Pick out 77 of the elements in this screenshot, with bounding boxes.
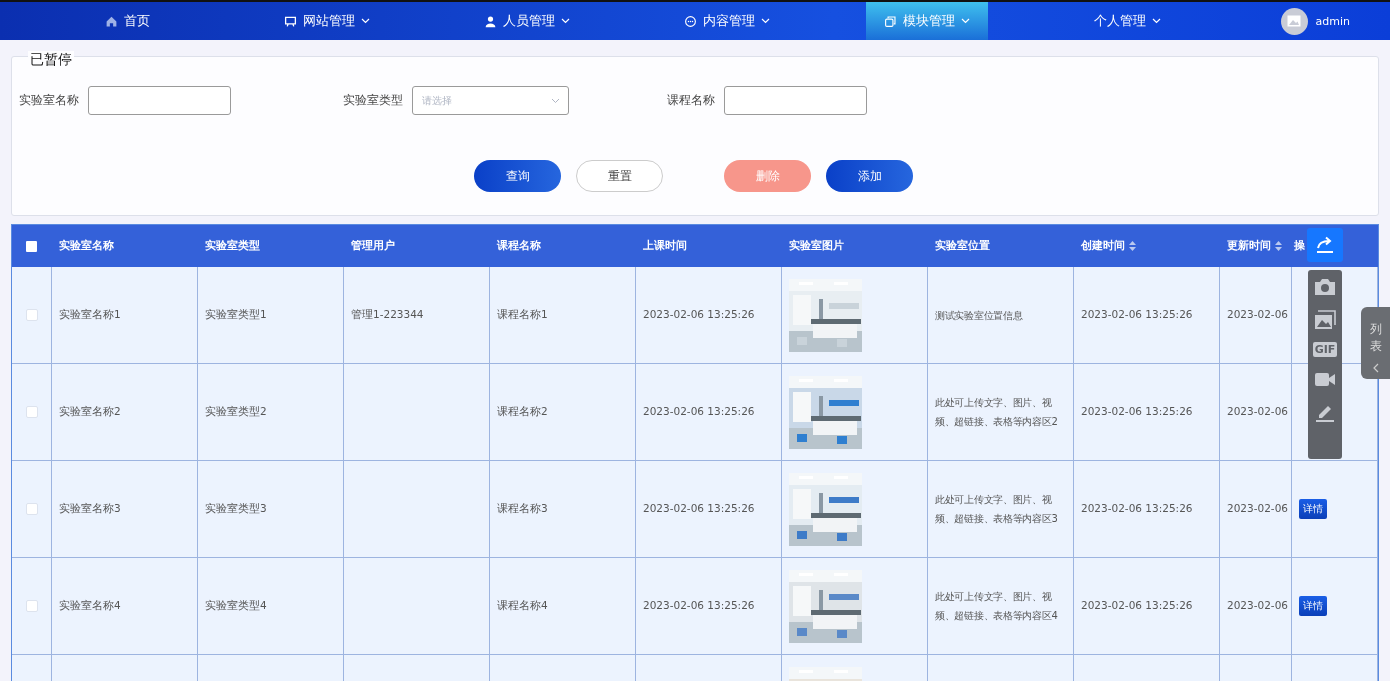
cell-text: 2023-02-06 13:25:26: [643, 404, 755, 420]
cell-text: 2023-02-06 13:25:26: [1081, 501, 1193, 517]
nav-item[interactable]: 首页: [86, 2, 168, 40]
column-header[interactable]: 上课时间: [643, 239, 687, 253]
cell-text: 此处可上传文字、图片、视频、超链接、表格等内容区2: [935, 396, 1059, 429]
checkbox[interactable]: [25, 406, 38, 418]
cell-text: 实验室名称2: [59, 404, 121, 420]
avatar[interactable]: [1280, 7, 1308, 35]
action-button[interactable]: 添加: [826, 160, 913, 192]
nav-item[interactable]: 人员管理: [466, 2, 588, 40]
cell-text: 实验室类型1: [205, 307, 267, 323]
user-name[interactable]: admin: [1315, 14, 1350, 28]
cell-text: 实验室类型2: [205, 404, 267, 420]
action-button[interactable]: 查询: [474, 160, 561, 192]
cell-text: 课程名称2: [497, 404, 548, 420]
checkbox[interactable]: [25, 309, 38, 321]
home-icon: [104, 14, 118, 28]
column-header[interactable]: 创建时间: [1081, 239, 1125, 253]
field-label: 课程名称: [667, 92, 715, 109]
cell-text: 2023-02-06 13:25:26: [1081, 598, 1193, 614]
cell-text: 实验室类型3: [205, 501, 267, 517]
sort-icon[interactable]: [1129, 241, 1136, 251]
cell-text: 管理1-223344: [351, 307, 424, 323]
nav-item[interactable]: 内容管理: [666, 2, 788, 40]
cell-text: 此处可上传文字、图片、视频、超链接、表格等内容区3: [935, 493, 1059, 526]
column-header[interactable]: 实验室图片: [789, 239, 844, 253]
recorder-status: 已暂停: [28, 51, 74, 69]
cell-text: 2023-02-06: [1227, 307, 1289, 323]
column-header[interactable]: 实验室类型: [205, 239, 260, 253]
cell-text: 2023-02-06 13:25:26: [1081, 307, 1193, 323]
nav-item[interactable]: 模块管理: [866, 2, 988, 40]
checkbox[interactable]: [25, 503, 38, 515]
chat-icon: [684, 14, 697, 28]
detail-button[interactable]: 详情: [1299, 499, 1327, 519]
nav-item[interactable]: 个人管理: [1075, 2, 1179, 40]
cell-text: 课程名称1: [497, 307, 548, 323]
checkbox[interactable]: [26, 240, 37, 252]
column-header[interactable]: 操: [1294, 239, 1305, 253]
action-button[interactable]: 重置: [576, 160, 663, 192]
cell-text: 实验室名称4: [59, 598, 121, 614]
cell-text: 课程名称4: [497, 598, 548, 614]
column-header[interactable]: 实验室位置: [935, 239, 990, 253]
cell-text: 2023-02-06 13:25:26: [643, 598, 755, 614]
image-icon[interactable]: [1314, 309, 1336, 331]
field-label: 实验室名称: [19, 92, 79, 109]
copy-icon: [884, 14, 897, 28]
cell-text: 实验室名称3: [59, 501, 121, 517]
cell-text: 测试实验室位置信息: [935, 308, 1023, 323]
cell-text: 2023-02-06: [1227, 598, 1289, 614]
sort-icon[interactable]: [1275, 241, 1282, 251]
detail-button[interactable]: 详情: [1299, 596, 1327, 616]
input-field[interactable]: [88, 86, 231, 115]
chevron-left-icon: [1373, 363, 1379, 373]
cell-text: 实验室类型4: [205, 598, 267, 614]
monitor-icon: [284, 14, 297, 28]
cell-text: 实验室名称1: [59, 307, 121, 323]
checkbox[interactable]: [25, 600, 38, 612]
column-header[interactable]: 更新时间: [1227, 239, 1271, 253]
cell-text: 此处可上传文字、图片、视频、超链接、表格等内容区4: [935, 590, 1059, 623]
cell-text: 2023-02-06: [1227, 404, 1289, 420]
field-label: 实验室类型: [343, 92, 403, 109]
column-header[interactable]: 实验室名称: [59, 239, 114, 253]
share-icon[interactable]: [1307, 228, 1343, 262]
column-header[interactable]: 课程名称: [497, 239, 541, 253]
side-tab[interactable]: 列表: [1361, 307, 1390, 379]
nav-item[interactable]: 网站管理: [266, 2, 388, 40]
chevron-down-icon: [551, 97, 560, 104]
camera-icon[interactable]: [1314, 276, 1336, 298]
gif-icon[interactable]: GIF: [1312, 342, 1338, 357]
cell-text: 课程名称3: [497, 501, 548, 517]
cell-text: 2023-02-06 13:25:26: [1081, 404, 1193, 420]
cell-text: 2023-02-06 13:25:26: [643, 307, 755, 323]
column-header[interactable]: 管理用户: [351, 239, 395, 253]
input-field[interactable]: [724, 86, 867, 115]
cell-text: 2023-02-06: [1227, 501, 1289, 517]
person-icon: [484, 14, 497, 28]
cell-text: 2023-02-06 13:25:26: [643, 501, 755, 517]
